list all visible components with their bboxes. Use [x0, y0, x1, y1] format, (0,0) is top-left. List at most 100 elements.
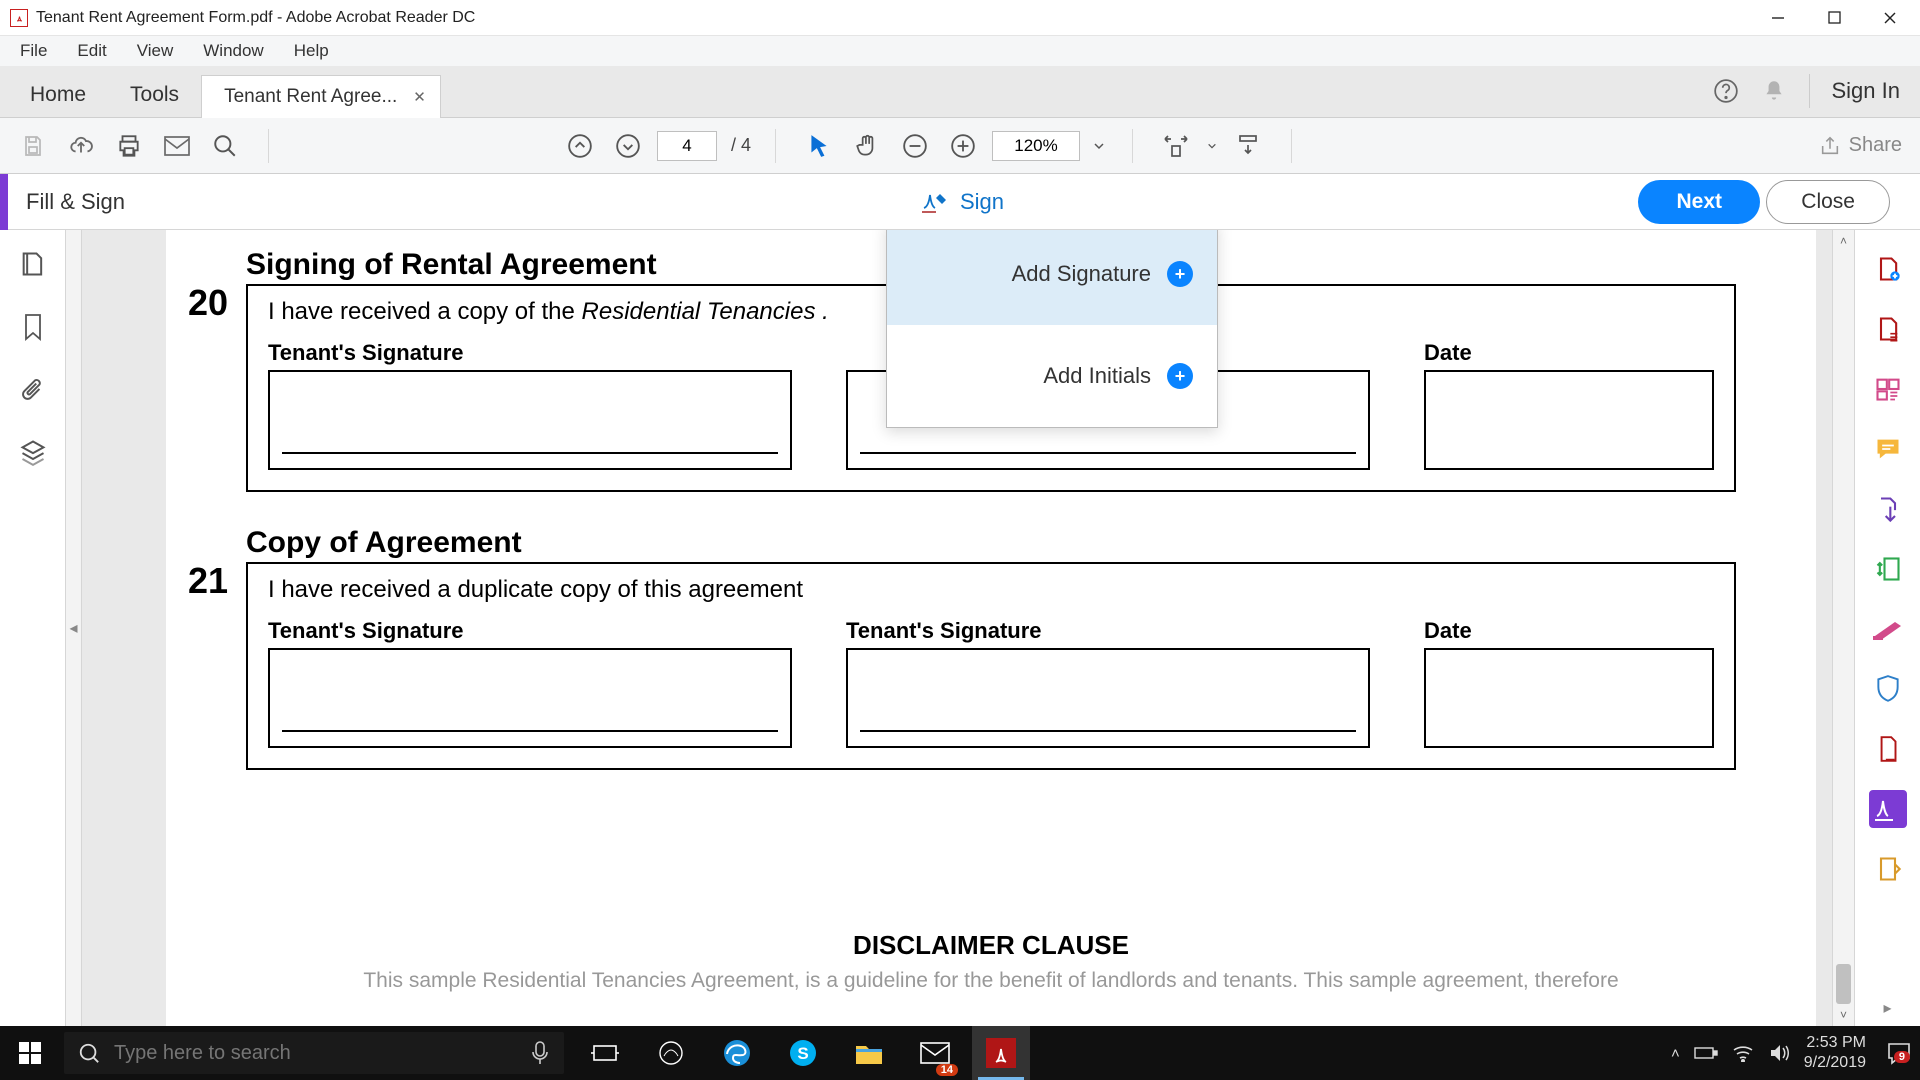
layers-icon[interactable]: [19, 438, 47, 466]
combine-icon[interactable]: [1869, 490, 1907, 528]
find-icon[interactable]: [206, 127, 244, 165]
bookmark-icon[interactable]: [21, 312, 45, 342]
scroll-down-icon[interactable]: ˅: [1833, 1004, 1854, 1026]
edit-pdf-icon[interactable]: [1869, 370, 1907, 408]
right-panel-collapse-button[interactable]: ▸: [1883, 998, 1891, 1018]
cloud-upload-icon[interactable]: [62, 127, 100, 165]
create-pdf-icon[interactable]: [1869, 250, 1907, 288]
tab-close-icon[interactable]: ✕: [413, 88, 426, 106]
mic-icon[interactable]: [530, 1040, 550, 1066]
add-initials-item[interactable]: Add Initials +: [887, 325, 1217, 427]
taskbar-app-edge[interactable]: [708, 1026, 766, 1080]
page-down-icon[interactable]: [609, 127, 647, 165]
s20-date-field[interactable]: [1424, 370, 1714, 470]
svg-text:S: S: [797, 1044, 808, 1063]
battery-icon[interactable]: [1694, 1045, 1718, 1061]
scroll-mode-icon[interactable]: [1229, 127, 1267, 165]
tab-home[interactable]: Home: [8, 73, 108, 117]
zoom-level-input[interactable]: [992, 131, 1080, 161]
more-tools-icon[interactable]: [1869, 850, 1907, 888]
help-icon[interactable]: [1713, 78, 1739, 104]
taskbar-app-cortana[interactable]: [642, 1026, 700, 1080]
page-up-icon[interactable]: [561, 127, 599, 165]
menu-window[interactable]: Window: [191, 39, 275, 63]
system-tray: ˄ 2:53 PM 9/2/2019 9: [1671, 1033, 1912, 1073]
scroll-up-icon[interactable]: ˄: [1833, 230, 1854, 252]
print-icon[interactable]: [110, 127, 148, 165]
selection-tool-icon[interactable]: [800, 127, 838, 165]
right-tool-rail: ▸: [1854, 230, 1920, 1026]
next-button[interactable]: Next: [1638, 180, 1760, 224]
fill-sign-rail-icon[interactable]: [1869, 790, 1907, 828]
task-view-button[interactable]: [576, 1026, 634, 1080]
fit-width-icon[interactable]: [1157, 127, 1195, 165]
wifi-icon[interactable]: [1732, 1044, 1754, 1062]
document-tab-bar: Home Tools Tenant Rent Agree... ✕ Sign I…: [0, 66, 1920, 118]
taskbar-search[interactable]: [64, 1032, 564, 1074]
s20-sig1-field[interactable]: [268, 370, 792, 470]
taskbar-search-input[interactable]: [114, 1042, 516, 1065]
mail-badge: 14: [936, 1064, 958, 1076]
clock-time: 2:53 PM: [1804, 1033, 1866, 1053]
share-button[interactable]: Share: [1819, 134, 1902, 157]
menu-file[interactable]: File: [8, 39, 59, 63]
tab-document-active[interactable]: Tenant Rent Agree... ✕: [201, 75, 441, 118]
left-panel-collapse-button[interactable]: ◂: [66, 230, 82, 1026]
fit-dropdown-icon[interactable]: [1205, 127, 1219, 165]
s21-date-field[interactable]: [1424, 648, 1714, 748]
hand-tool-icon[interactable]: [848, 127, 886, 165]
redact-icon[interactable]: [1869, 610, 1907, 648]
export-pdf-icon[interactable]: [1869, 310, 1907, 348]
taskbar-app-acrobat[interactable]: [972, 1026, 1030, 1080]
notification-badge: 9: [1894, 1051, 1910, 1063]
acrobat-logo-icon: [10, 9, 28, 27]
email-icon[interactable]: [158, 127, 196, 165]
thumbnails-icon[interactable]: [19, 250, 47, 278]
taskbar-app-explorer[interactable]: [840, 1026, 898, 1080]
sign-in-button[interactable]: Sign In: [1832, 78, 1901, 104]
zoom-dropdown-icon[interactable]: [1090, 127, 1108, 165]
document-viewport[interactable]: 20 Signing of Rental Agreement I have re…: [82, 230, 1832, 1026]
zoom-in-icon[interactable]: [944, 127, 982, 165]
action-center-button[interactable]: 9: [1886, 1041, 1912, 1065]
taskbar-app-mail[interactable]: 14: [906, 1026, 964, 1080]
taskbar-app-skype[interactable]: S: [774, 1026, 832, 1080]
add-signature-label: Add Signature: [1012, 261, 1151, 287]
vertical-scrollbar[interactable]: ˄ ˅: [1832, 230, 1854, 1026]
s20-date-label: Date: [1424, 340, 1714, 366]
comment-icon[interactable]: [1869, 430, 1907, 468]
bell-icon[interactable]: [1761, 78, 1787, 104]
attachments-icon[interactable]: [20, 376, 46, 404]
save-icon[interactable]: [14, 127, 52, 165]
s21-sig1-field[interactable]: [268, 648, 792, 748]
sign-dropdown-button[interactable]: Sign: [920, 189, 1004, 215]
taskbar-clock[interactable]: 2:53 PM 9/2/2019: [1804, 1033, 1866, 1073]
tab-document-label: Tenant Rent Agree...: [224, 86, 397, 108]
main-content-area: ◂ 20 Signing of Rental Agreement I have …: [0, 230, 1920, 1026]
compress-icon[interactable]: [1869, 730, 1907, 768]
start-button[interactable]: [0, 1026, 60, 1080]
organize-icon[interactable]: [1869, 550, 1907, 588]
volume-icon[interactable]: [1768, 1043, 1790, 1063]
sign-popover: Add Signature + Add Initials +: [886, 230, 1218, 428]
pdf-page: 20 Signing of Rental Agreement I have re…: [166, 230, 1816, 1026]
window-minimize-button[interactable]: [1750, 0, 1806, 36]
scroll-thumb[interactable]: [1836, 964, 1851, 1004]
zoom-out-icon[interactable]: [896, 127, 934, 165]
tab-tools[interactable]: Tools: [108, 73, 201, 117]
add-signature-item[interactable]: Add Signature +: [887, 230, 1217, 325]
tray-chevron-icon[interactable]: ˄: [1671, 1045, 1680, 1062]
menu-view[interactable]: View: [125, 39, 186, 63]
sign-label: Sign: [960, 189, 1004, 215]
plus-icon: +: [1167, 261, 1193, 287]
menu-edit[interactable]: Edit: [65, 39, 118, 63]
window-maximize-button[interactable]: [1806, 0, 1862, 36]
s21-sig2-field[interactable]: [846, 648, 1370, 748]
protect-icon[interactable]: [1869, 670, 1907, 708]
section-21-number: 21: [188, 560, 228, 602]
close-button[interactable]: Close: [1766, 180, 1890, 224]
window-close-button[interactable]: [1862, 0, 1918, 36]
menu-help[interactable]: Help: [282, 39, 341, 63]
page-number-input[interactable]: [657, 131, 717, 161]
fill-sign-title: Fill & Sign: [26, 189, 125, 215]
